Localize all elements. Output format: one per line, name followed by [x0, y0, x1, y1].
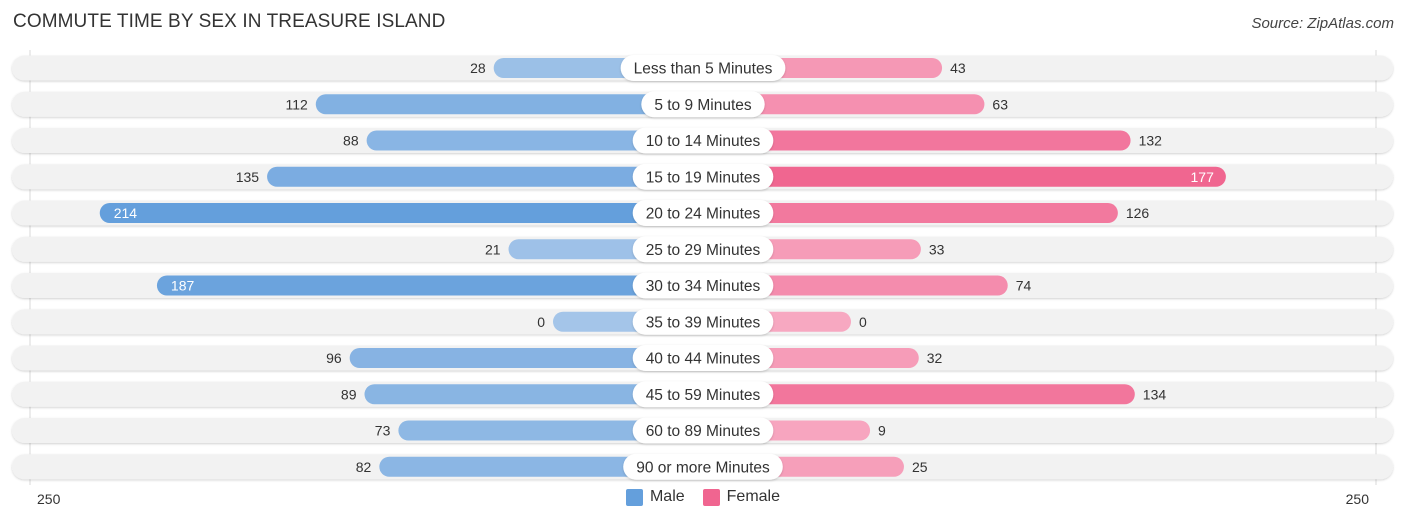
value-label-male: 135 [236, 169, 260, 185]
value-label-male: 89 [341, 386, 357, 402]
legend-item-male[interactable]: Male [625, 488, 685, 506]
value-label-female: 33 [929, 241, 945, 257]
category-label: 10 to 14 Minutes [646, 133, 761, 150]
value-label-male: 28 [470, 60, 486, 76]
value-label-female: 0 [859, 314, 867, 330]
category-label: 20 to 24 Minutes [646, 206, 761, 223]
value-label-female: 177 [1191, 169, 1215, 185]
value-label-male: 187 [171, 278, 195, 294]
legend-label-female: Female [726, 488, 781, 505]
category-label: 25 to 29 Minutes [646, 242, 761, 259]
legend-item-female[interactable]: Female [702, 488, 781, 506]
value-label-female: 9 [878, 423, 886, 439]
category-label: 5 to 9 Minutes [654, 97, 752, 114]
bar-male[interactable] [156, 275, 703, 296]
value-label-male: 0 [537, 314, 545, 330]
value-label-male: 88 [343, 133, 359, 149]
category-label: 45 to 59 Minutes [646, 387, 761, 404]
category-label: 15 to 19 Minutes [646, 169, 761, 186]
legend-swatch-male [625, 488, 643, 506]
category-label: Less than 5 Minutes [634, 61, 773, 78]
bar-female[interactable] [703, 166, 1226, 187]
category-label: 90 or more Minutes [636, 459, 770, 476]
value-label-male: 96 [326, 350, 342, 366]
value-label-female: 74 [1016, 278, 1032, 294]
category-label: 35 to 39 Minutes [646, 314, 761, 331]
value-label-female: 43 [950, 60, 966, 76]
value-label-male: 82 [356, 459, 372, 475]
value-label-female: 132 [1139, 133, 1163, 149]
value-label-male: 73 [375, 423, 391, 439]
chart-area: 28 43 Less than 5 Minutes 112 63 5 to 9 Minut… [12, 50, 1393, 507]
legend-label-male: Male [649, 488, 685, 505]
value-label-female: 25 [912, 459, 928, 475]
bar-male[interactable] [99, 203, 704, 223]
value-label-female: 32 [927, 350, 943, 366]
category-label: 60 to 89 Minutes [646, 423, 761, 440]
value-label-male: 112 [285, 96, 308, 112]
legend-swatch-female [702, 488, 720, 506]
value-label-male: 214 [114, 205, 138, 221]
category-label: 30 to 34 Minutes [646, 278, 761, 295]
value-label-male: 21 [485, 241, 501, 257]
value-label-female: 126 [1126, 205, 1150, 221]
legend: Male Female [0, 488, 1406, 506]
value-label-female: 63 [992, 96, 1008, 112]
category-label: 40 to 44 Minutes [646, 351, 761, 368]
value-label-female: 134 [1143, 386, 1167, 402]
